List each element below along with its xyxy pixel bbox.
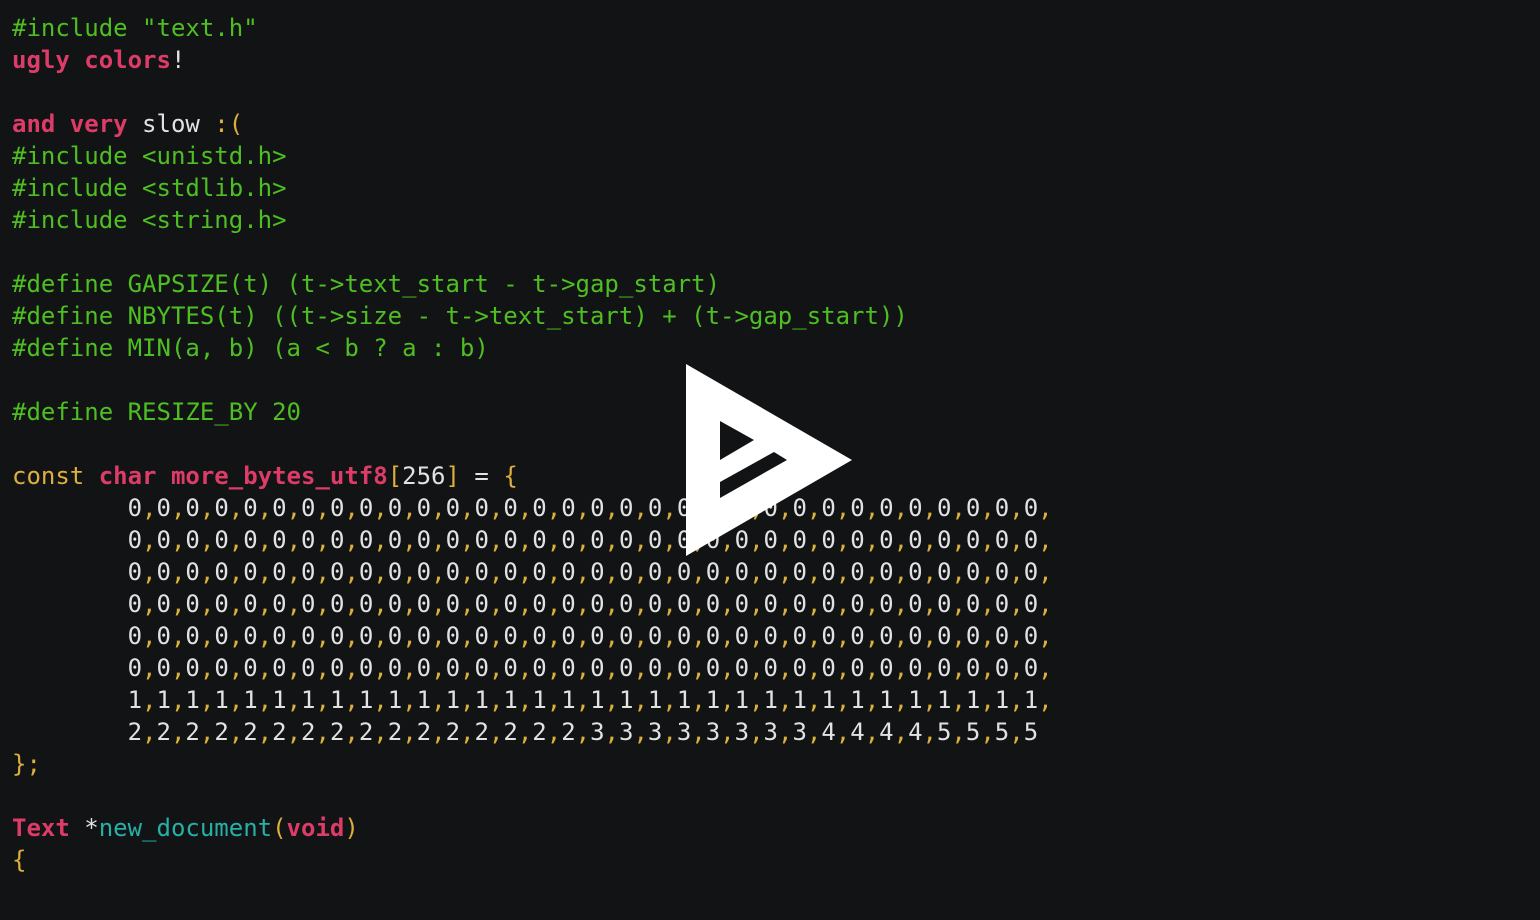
code-token: }; (12, 750, 41, 778)
asciinema-play-icon (686, 364, 852, 556)
code-token: 0,0,0,0,0,0,0,0,0,0,0,0,0,0,0,0,0,0,0,0,… (127, 590, 1053, 618)
code-token: #include "text.h" (12, 14, 258, 42)
code-token: ] (445, 462, 460, 490)
code-token: Text (12, 814, 70, 842)
code-line: #define NBYTES(t) ((t->size - t->text_st… (12, 300, 1532, 332)
code-line: #define GAPSIZE(t) (t->text_start - t->g… (12, 268, 1532, 300)
code-token: 0,0,0,0,0,0,0,0,0,0,0,0,0,0,0,0,0,0,0,0,… (127, 526, 1053, 554)
play-button[interactable] (686, 364, 854, 556)
code-token: ) (344, 814, 359, 842)
code-token: 256 (402, 462, 446, 490)
code-token: [ (387, 462, 403, 490)
code-token: :( (214, 110, 244, 138)
code-line: 0,0,0,0,0,0,0,0,0,0,0,0,0,0,0,0,0,0,0,0,… (12, 588, 1532, 620)
code-token: { (503, 462, 518, 490)
code-token: new_document (98, 814, 273, 842)
code-line: and very slow :( (12, 108, 1532, 140)
code-token: #define MIN(a, b) (a < b ? a : b) (12, 334, 489, 362)
code-line: #include <stdlib.h> (12, 172, 1532, 204)
code-token: void (286, 814, 345, 842)
code-token: 1,1,1,1,1,1,1,1,1,1,1,1,1,1,1,1,1,1,1,1,… (127, 686, 1053, 714)
code-token: #define NBYTES(t) ((t->size - t->text_st… (12, 302, 908, 330)
code-line: 2,2,2,2,2,2,2,2,2,2,2,2,2,2,2,2,3,3,3,3,… (12, 716, 1532, 748)
code-token: #include <stdlib.h> (12, 174, 287, 202)
code-line: 0,0,0,0,0,0,0,0,0,0,0,0,0,0,0,0,0,0,0,0,… (12, 652, 1532, 684)
code-token: { (12, 846, 27, 874)
code-token: 0,0,0,0,0,0,0,0,0,0,0,0,0,0,0,0,0,0,0,0,… (127, 558, 1053, 586)
code-token: ! (170, 46, 186, 74)
code-line: ugly colors! (12, 44, 1532, 76)
code-line: 1,1,1,1,1,1,1,1,1,1,1,1,1,1,1,1,1,1,1,1,… (12, 684, 1532, 716)
code-line: #define MIN(a, b) (a < b ? a : b) (12, 332, 1532, 364)
code-token: #define GAPSIZE(t) (t->text_start - t->g… (12, 270, 721, 298)
code-line: }; (12, 748, 1532, 780)
code-line: 0,0,0,0,0,0,0,0,0,0,0,0,0,0,0,0,0,0,0,0,… (12, 556, 1532, 588)
code-token: 2,2,2,2,2,2,2,2,2,2,2,2,2,2,2,2,3,3,3,3,… (127, 718, 1039, 746)
code-token: = (459, 462, 504, 490)
code-line: 0,0,0,0,0,0,0,0,0,0,0,0,0,0,0,0,0,0,0,0,… (12, 620, 1532, 652)
code-token: 0,0,0,0,0,0,0,0,0,0,0,0,0,0,0,0,0,0,0,0,… (127, 654, 1053, 682)
code-token: #define RESIZE_BY 20 (12, 398, 301, 426)
code-token: 0,0,0,0,0,0,0,0,0,0,0,0,0,0,0,0,0,0,0,0,… (127, 494, 1053, 522)
code-token: and very (12, 110, 128, 138)
code-line: { (12, 844, 1532, 876)
code-token: slow (127, 110, 215, 138)
code-token: ( (272, 814, 287, 842)
code-token: const (12, 462, 99, 490)
code-token: char more_bytes_utf8 (98, 462, 388, 490)
code-token: 0,0,0,0,0,0,0,0,0,0,0,0,0,0,0,0,0,0,0,0,… (127, 622, 1053, 650)
code-token: #include <unistd.h> (12, 142, 287, 170)
code-line: Text *new_document(void) (12, 812, 1532, 844)
code-token: #include <string.h> (12, 206, 287, 234)
code-token: ugly colors (12, 46, 171, 74)
code-line: #include <string.h> (12, 204, 1532, 236)
code-line: #include "text.h" (12, 12, 1532, 44)
code-token: * (69, 814, 99, 842)
code-line: #include <unistd.h> (12, 140, 1532, 172)
